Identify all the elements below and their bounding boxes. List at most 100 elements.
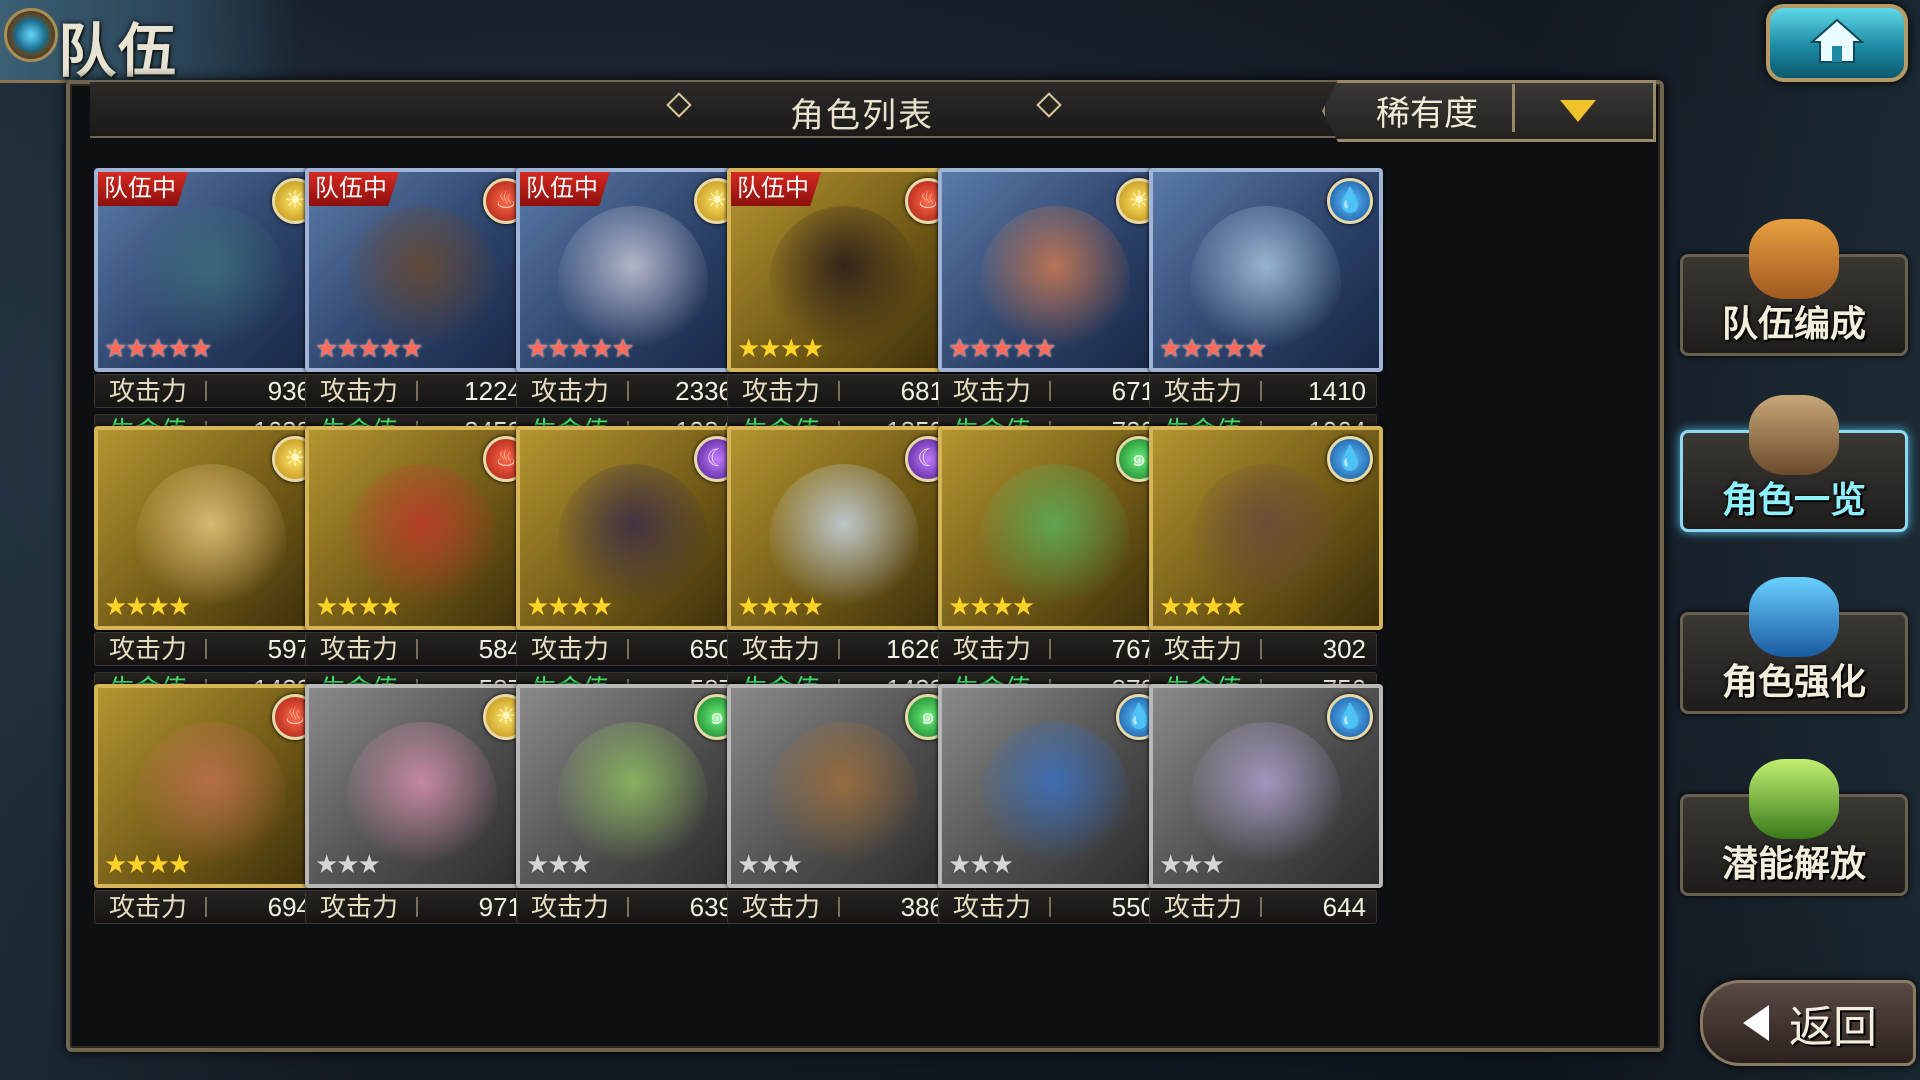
stat-separator (838, 381, 840, 401)
character-portrait[interactable]: ๑ ★★★★ (938, 426, 1172, 630)
rarity-stars: ★★★ (526, 849, 592, 879)
character-portrait[interactable]: ♨ ★★★★ (305, 426, 539, 630)
rarity-stars: ★★★★★ (948, 333, 1057, 363)
attack-stat-label: 攻击力 (320, 634, 399, 664)
in-team-badge: 队伍中 (731, 172, 821, 206)
dropdown-arrow-icon[interactable] (1560, 100, 1596, 122)
attack-stat-value: 644 (1322, 892, 1366, 922)
side-menu-button[interactable]: 队伍编成 (1680, 219, 1908, 356)
potential-orb-icon (1749, 759, 1839, 839)
attack-stat-value: 1410 (1308, 376, 1366, 406)
side-menu-label: 队伍编成 (1721, 303, 1866, 344)
stat-separator (1049, 381, 1051, 401)
stat-separator (627, 639, 629, 659)
side-menu-label: 潜能解放 (1721, 843, 1866, 884)
attack-stat-label: 攻击力 (953, 892, 1032, 922)
rarity-stars: ★★★★★ (104, 333, 213, 363)
attack-stat-label: 攻击力 (1164, 892, 1243, 922)
stat-separator (1260, 381, 1262, 401)
stat-separator (838, 897, 840, 917)
attack-stat: 攻击力 971 (305, 890, 533, 924)
character-portrait[interactable]: ☾ ★★★★ (516, 426, 750, 630)
character-portrait[interactable]: 队伍中 ♨ ★★★★★ (305, 168, 539, 372)
attack-stat: 攻击力 550 (938, 890, 1166, 924)
stat-separator (1049, 897, 1051, 917)
rarity-stars: ★★★★ (104, 849, 191, 879)
attack-stat-label: 攻击力 (953, 376, 1032, 406)
rarity-stars: ★★★★ (737, 333, 824, 363)
stat-separator (1260, 639, 1262, 659)
attack-stat-label: 攻击力 (109, 376, 188, 406)
character-portrait[interactable]: 💧 ★★★★ (1149, 426, 1383, 630)
attack-stat-label: 攻击力 (320, 376, 399, 406)
side-menu-label: 角色一览 (1721, 479, 1866, 520)
attack-stat: 攻击力 1626 (727, 632, 955, 666)
rarity-stars: ★★★★ (104, 591, 191, 621)
back-button[interactable]: 返回 (1700, 980, 1916, 1066)
character-portrait[interactable]: ♨ ★★★★ (94, 684, 328, 888)
stat-separator (838, 639, 840, 659)
sort-dropdown[interactable] (1322, 80, 1656, 142)
character-portrait[interactable]: 💧 ★★★★★ (1149, 168, 1383, 372)
attack-stat-label: 攻击力 (742, 634, 821, 664)
attack-stat: 攻击力 1224 (305, 374, 533, 408)
attack-stat-label: 攻击力 (531, 376, 610, 406)
character-portrait[interactable]: ☀ ★★★ (305, 684, 539, 888)
attack-stat-label: 攻击力 (742, 892, 821, 922)
sort-label[interactable]: 稀有度 (1376, 86, 1478, 135)
home-button[interactable] (1766, 4, 1908, 82)
sort-divider (1512, 84, 1515, 132)
rarity-stars: ★★★★★ (315, 333, 424, 363)
character-grid: 队伍中☀★★★★★攻击力936生命值1638队伍中♨★★★★★攻击力1224生命… (94, 168, 1634, 1030)
stat-separator (205, 381, 207, 401)
rarity-stars: ★★★★★ (1159, 333, 1268, 363)
character-portrait[interactable]: 队伍中 ☀ ★★★★★ (94, 168, 328, 372)
gear-icon (4, 8, 58, 62)
rarity-stars: ★★★★ (948, 591, 1035, 621)
attack-stat: 攻击力 639 (516, 890, 744, 924)
screen-title: 队伍 (58, 19, 179, 84)
attack-stat-label: 攻击力 (531, 892, 610, 922)
attack-stat: 攻击力 1410 (1149, 374, 1377, 408)
attack-stat-value: 302 (1322, 634, 1366, 664)
attack-stat: 攻击力 584 (305, 632, 533, 666)
character-portrait[interactable]: 💧 ★★★ (1149, 684, 1383, 888)
in-team-badge: 队伍中 (309, 172, 399, 206)
in-team-badge: 队伍中 (520, 172, 610, 206)
attack-stat-label: 攻击力 (1164, 634, 1243, 664)
character-portrait[interactable]: 💧 ★★★ (938, 684, 1172, 888)
attack-stat: 攻击力 386 (727, 890, 955, 924)
stat-separator (416, 639, 418, 659)
rarity-stars: ★★★ (948, 849, 1014, 879)
attack-stat-label: 攻击力 (742, 376, 821, 406)
back-arrow-icon (1743, 1005, 1769, 1041)
character-book-icon (1749, 395, 1839, 475)
character-portrait[interactable]: ๑ ★★★ (516, 684, 750, 888)
character-portrait[interactable]: 队伍中 ☀ ★★★★★ (516, 168, 750, 372)
character-portrait[interactable]: 队伍中 ♨ ★★★★ (727, 168, 961, 372)
character-portrait[interactable]: ☾ ★★★★ (727, 426, 961, 630)
rarity-stars: ★★★ (315, 849, 381, 879)
stat-separator (205, 639, 207, 659)
back-label: 返回 (1789, 1003, 1877, 1052)
character-portrait[interactable]: ☀ ★★★★ (94, 426, 328, 630)
rarity-stars: ★★★★ (1159, 591, 1246, 621)
character-portrait[interactable]: ๑ ★★★ (727, 684, 961, 888)
attack-stat-label: 攻击力 (1164, 376, 1243, 406)
water-element-icon: 💧 (1327, 178, 1373, 224)
side-menu-button[interactable]: 角色强化 (1680, 577, 1908, 714)
attack-stat-value: 1224 (464, 376, 522, 406)
side-menu-button[interactable]: 角色一览 (1680, 395, 1908, 532)
character-portrait[interactable]: ☀ ★★★★★ (938, 168, 1172, 372)
attack-stat-label: 攻击力 (320, 892, 399, 922)
attack-stat-label: 攻击力 (109, 892, 188, 922)
stat-separator (416, 381, 418, 401)
side-menu-button[interactable]: 潜能解放 (1680, 759, 1908, 896)
side-menu-label: 角色强化 (1721, 661, 1866, 702)
rarity-stars: ★★★★ (526, 591, 613, 621)
home-icon (1810, 18, 1864, 63)
attack-stat: 攻击力 936 (94, 374, 322, 408)
attack-stat-label: 攻击力 (953, 634, 1032, 664)
stat-separator (1049, 639, 1051, 659)
attack-stat-value: 2336 (675, 376, 733, 406)
